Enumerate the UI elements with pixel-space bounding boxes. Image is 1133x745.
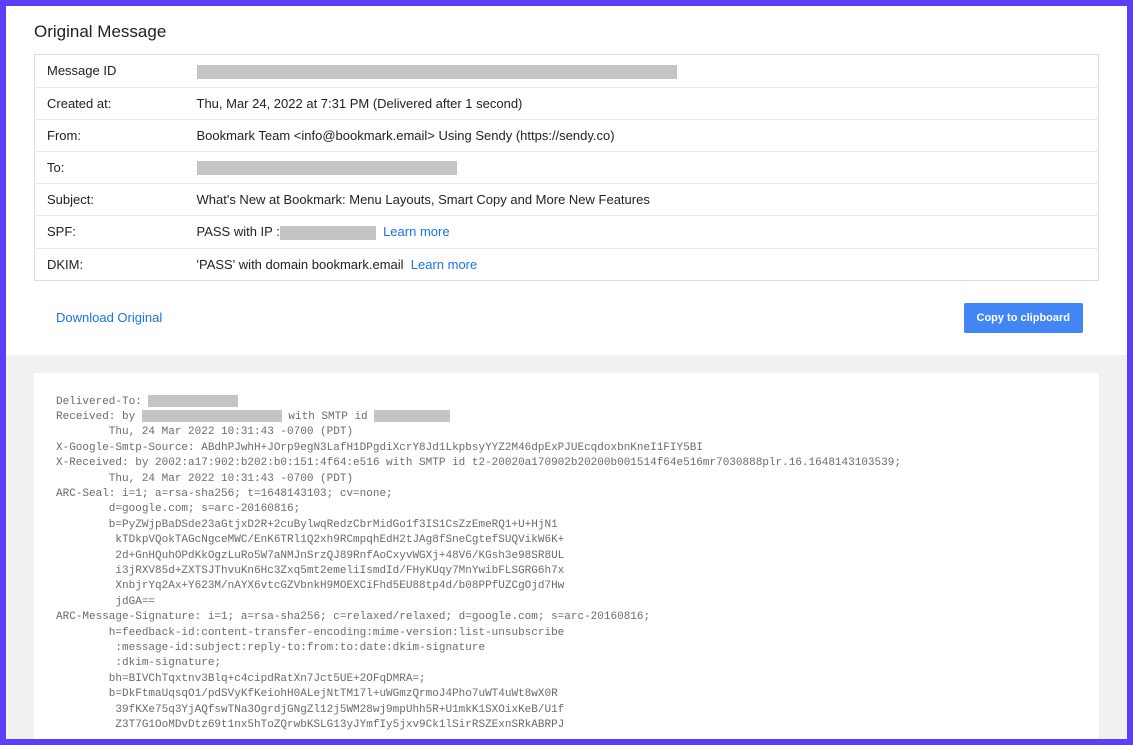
value-subject: What's New at Bookmark: Menu Layouts, Sm…: [185, 184, 1099, 216]
label-created-at: Created at:: [35, 87, 185, 119]
row-created-at: Created at: Thu, Mar 24, 2022 at 7:31 PM…: [35, 87, 1099, 119]
redacted-block: [197, 161, 457, 175]
raw-message-text: Delivered-To: Received: by with SMTP id …: [56, 395, 1077, 734]
dkim-learn-more-link[interactable]: Learn more: [411, 257, 477, 272]
redacted-block: [280, 226, 376, 240]
label-to: To:: [35, 151, 185, 184]
copy-to-clipboard-button[interactable]: Copy to clipboard: [964, 303, 1084, 333]
label-spf: SPF:: [35, 216, 185, 249]
value-message-id: [185, 55, 1099, 88]
row-subject: Subject: What's New at Bookmark: Menu La…: [35, 184, 1099, 216]
spf-pass-text: PASS with IP :: [197, 224, 280, 239]
spf-learn-more-link[interactable]: Learn more: [383, 224, 449, 239]
row-dkim: DKIM: 'PASS' with domain bookmark.email …: [35, 248, 1099, 280]
value-spf: PASS with IP : Learn more: [185, 216, 1099, 249]
label-from: From:: [35, 119, 185, 151]
value-to: [185, 151, 1099, 184]
label-subject: Subject:: [35, 184, 185, 216]
value-from: Bookmark Team <info@bookmark.email> Usin…: [185, 119, 1099, 151]
row-from: From: Bookmark Team <info@bookmark.email…: [35, 119, 1099, 151]
label-message-id: Message ID: [35, 55, 185, 88]
message-headers-table: Message ID Created at: Thu, Mar 24, 2022…: [34, 54, 1099, 281]
value-created-at: Thu, Mar 24, 2022 at 7:31 PM (Delivered …: [185, 87, 1099, 119]
download-original-link[interactable]: Download Original: [56, 310, 162, 325]
row-message-id: Message ID: [35, 55, 1099, 88]
row-spf: SPF: PASS with IP : Learn more: [35, 216, 1099, 249]
redacted-block: [197, 65, 677, 79]
value-dkim: 'PASS' with domain bookmark.email Learn …: [185, 248, 1099, 280]
raw-message-panel: Delivered-To: Received: by with SMTP id …: [34, 373, 1099, 740]
dkim-pass-text: 'PASS' with domain bookmark.email: [197, 257, 404, 272]
page-title: Original Message: [34, 22, 1099, 42]
label-dkim: DKIM:: [35, 248, 185, 280]
row-to: To:: [35, 151, 1099, 184]
